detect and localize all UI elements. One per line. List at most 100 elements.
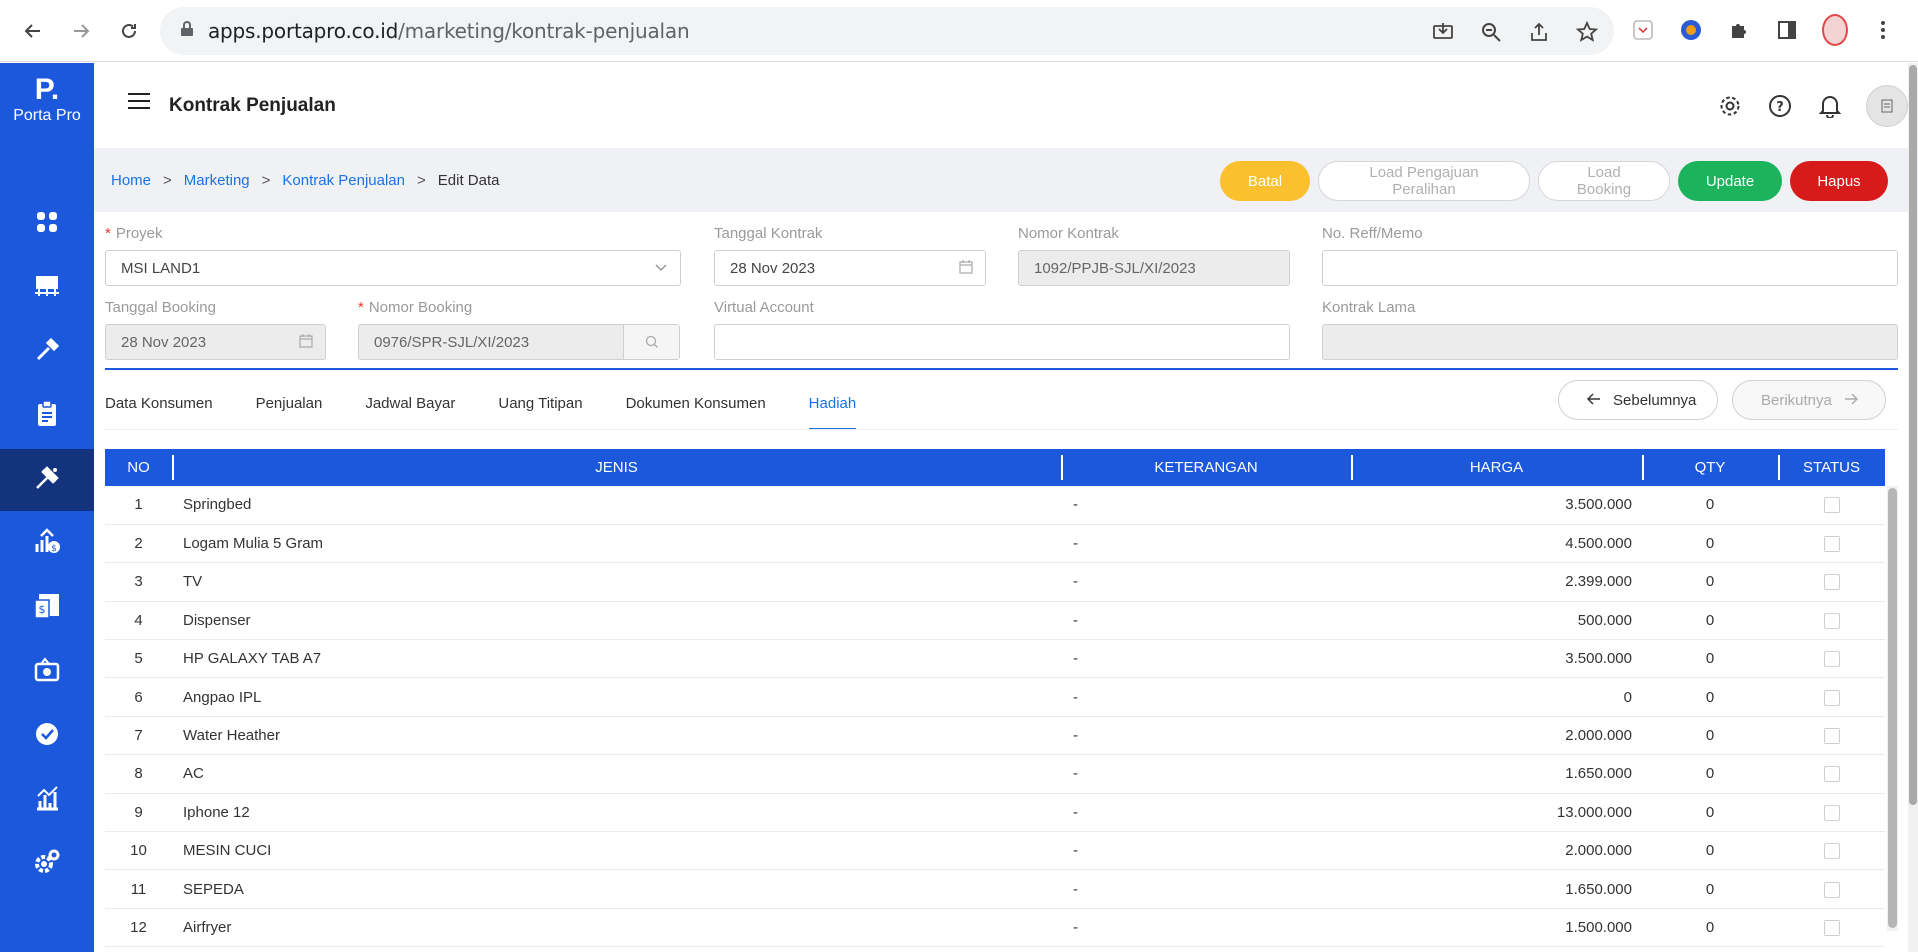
load-booking-button[interactable]: Load Booking (1538, 161, 1670, 201)
column-status[interactable]: STATUS (1778, 449, 1885, 486)
table-row[interactable]: 5 HP GALAXY TAB A7-3.500.000 0 (105, 639, 1885, 679)
back-icon[interactable] (16, 14, 50, 48)
table-row[interactable]: 12 Airfryer -1.500.000 0 (105, 908, 1885, 948)
table-row[interactable]: 8 AC -1.650.000 0 (105, 754, 1885, 794)
sidebar-item-finance[interactable]: $ (0, 513, 94, 575)
virtual-account-field[interactable] (714, 324, 1290, 360)
update-button[interactable]: Update (1678, 161, 1782, 201)
sidebar-item-report[interactable] (0, 769, 94, 831)
status-checkbox[interactable] (1823, 536, 1840, 553)
cell-qty: 0 (1642, 908, 1778, 948)
table-row[interactable]: 6 Angpao IPL -0 0 (105, 677, 1885, 717)
tab-penjualan[interactable]: Penjualan (256, 376, 323, 430)
gear-icon[interactable] (1716, 92, 1744, 120)
breadcrumb: Home > Marketing > Kontrak Penjualan > E… (111, 172, 499, 189)
status-checkbox[interactable] (1823, 612, 1840, 629)
status-checkbox[interactable] (1823, 920, 1840, 936)
breadcrumb-marketing[interactable]: Marketing (184, 172, 250, 189)
user-avatar[interactable] (1866, 85, 1908, 127)
table-row[interactable]: 11 SEPEDA -1.650.000 0 (105, 869, 1885, 909)
table-row[interactable]: 2 Logam Mulia 5 Gram -4.500.000 0 (105, 524, 1885, 564)
kebab-menu-icon[interactable] (1870, 17, 1896, 43)
sidebar-item-clipboard[interactable] (0, 385, 94, 447)
cell-keterangan: - (1061, 869, 1351, 909)
status-checkbox[interactable] (1823, 843, 1840, 860)
status-checkbox[interactable] (1823, 881, 1840, 898)
sidebar-item-inventory[interactable] (0, 257, 94, 319)
share-icon[interactable] (1526, 19, 1552, 45)
extensions-puzzle-icon[interactable] (1726, 17, 1752, 43)
install-icon[interactable] (1430, 19, 1456, 45)
logo[interactable]: P. Porta Pro (0, 75, 94, 125)
sidebar-item-verified[interactable] (0, 705, 94, 767)
tab-dokumen-konsumen[interactable]: Dokumen Konsumen (626, 376, 766, 430)
sidebar-item-dashboard[interactable] (0, 193, 94, 255)
app-header: Kontrak Penjualan ? (94, 63, 1908, 148)
tab-data-konsumen[interactable]: Data Konsumen (105, 376, 213, 430)
zoom-icon[interactable] (1478, 19, 1504, 45)
search-icon[interactable] (623, 325, 679, 359)
sidebar-item-invoice[interactable]: $ (0, 577, 94, 639)
reload-icon[interactable] (112, 14, 146, 48)
table-row[interactable]: 4 Dispenser -500.000 0 (105, 601, 1885, 641)
table-row[interactable]: 1 Springbed -3.500.000 0 (105, 486, 1885, 525)
tab-uang-titipan[interactable]: Uang Titipan (498, 376, 582, 430)
profile-avatar-icon[interactable] (1822, 14, 1848, 46)
cell-harga: 3.500.000 (1351, 486, 1642, 525)
record-pager: Sebelumnya Berikutnya (1558, 380, 1886, 420)
tab-jadwal-bayar[interactable]: Jadwal Bayar (365, 376, 455, 430)
breadcrumb-home[interactable]: Home (111, 172, 151, 189)
table-row[interactable]: 9 Iphone 12-13.000.000 0 (105, 793, 1885, 833)
cell-harga: 1.650.000 (1351, 754, 1642, 794)
tab-bar: Data Konsumen Penjualan Jadwal Bayar Uan… (105, 376, 856, 430)
breadcrumb-kontrak-penjualan[interactable]: Kontrak Penjualan (282, 172, 405, 189)
cell-status (1778, 831, 1885, 871)
sidebar-item-marketing[interactable] (0, 449, 94, 511)
status-checkbox[interactable] (1823, 804, 1840, 821)
status-checkbox[interactable] (1823, 689, 1840, 706)
cell-jenis: Dispenser (172, 601, 1061, 641)
tab-hadiah[interactable]: Hadiah (808, 376, 856, 430)
side-panel-icon[interactable] (1774, 17, 1800, 43)
table-row[interactable]: 3 TV -2.399.000 0 (105, 562, 1885, 602)
help-icon[interactable]: ? (1766, 92, 1794, 120)
batal-button[interactable]: Batal (1220, 161, 1310, 201)
column-harga[interactable]: HARGA (1351, 449, 1642, 486)
page-scrollbar[interactable] (1908, 63, 1918, 952)
cell-status (1778, 524, 1885, 564)
hapus-button[interactable]: Hapus (1790, 161, 1888, 201)
cell-keterangan: - (1061, 908, 1351, 948)
status-checkbox[interactable] (1823, 766, 1840, 783)
browser-toolbar: apps.portapro.co.id/marketing/kontrak-pe… (0, 0, 1918, 62)
berikutnya-button[interactable]: Berikutnya (1732, 380, 1886, 420)
sidebar-item-money[interactable] (0, 641, 94, 703)
tanggal-kontrak-field[interactable]: 28 Nov 2023 (714, 250, 986, 286)
status-checkbox[interactable] (1823, 574, 1840, 591)
virtual-account-label: Virtual Account (714, 299, 814, 316)
address-bar[interactable]: apps.portapro.co.id/marketing/kontrak-pe… (160, 7, 1614, 55)
load-pengajuan-peralihan-button[interactable]: Load Pengajuan Peralihan (1318, 161, 1530, 201)
extension-vpn-icon[interactable] (1678, 17, 1704, 43)
bell-icon[interactable] (1816, 92, 1844, 120)
cell-keterangan: - (1061, 639, 1351, 679)
extension-pocket-icon[interactable] (1630, 17, 1656, 43)
column-jenis[interactable]: JENIS (172, 449, 1061, 486)
status-checkbox[interactable] (1823, 728, 1840, 745)
proyek-select[interactable]: MSI LAND1 (105, 250, 681, 286)
main-content: Home > Marketing > Kontrak Penjualan > E… (94, 148, 1908, 952)
sebelumnya-button[interactable]: Sebelumnya (1558, 380, 1718, 420)
status-checkbox[interactable] (1823, 497, 1840, 514)
no-reff-memo-field[interactable] (1322, 250, 1898, 286)
cell-keterangan: - (1061, 562, 1351, 602)
column-qty[interactable]: QTY (1642, 449, 1778, 486)
sidebar-item-tools[interactable] (0, 321, 94, 383)
sidebar-item-settings[interactable] (0, 833, 94, 895)
column-keterangan[interactable]: KETERANGAN (1061, 449, 1351, 486)
status-checkbox[interactable] (1823, 651, 1840, 668)
bookmark-star-icon[interactable] (1574, 19, 1600, 45)
hamburger-menu-icon[interactable] (128, 93, 150, 111)
table-row[interactable]: 10 MESIN CUCI -2.000.000 0 (105, 831, 1885, 871)
table-scrollbar[interactable] (1887, 486, 1898, 931)
forward-icon[interactable] (64, 14, 98, 48)
table-row[interactable]: 7 Water Heather -2.000.000 0 (105, 716, 1885, 756)
